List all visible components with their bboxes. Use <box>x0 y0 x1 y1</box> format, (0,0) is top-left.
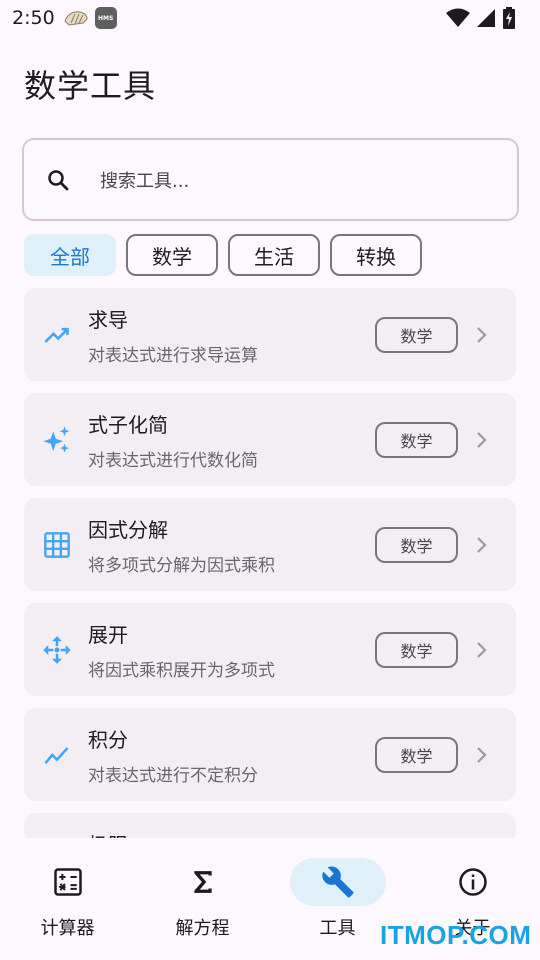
status-time: 2:50 <box>12 7 55 29</box>
status-bar: 2:50 HMS <box>0 0 540 36</box>
tool-description: 对表达式进行求导运算 <box>88 345 258 366</box>
tool-tag: 数学 <box>375 631 458 668</box>
chip-convert[interactable]: 转换 <box>330 234 422 276</box>
tool-tag: 数学 <box>375 316 458 353</box>
tool-name: 因式分解 <box>88 517 168 542</box>
sigma-icon <box>193 871 212 893</box>
search-icon <box>48 169 69 190</box>
tool-card-factor[interactable]: 因式分解 将多项式分解为因式乘积 数学 <box>24 498 516 591</box>
show-chart-icon <box>42 740 72 770</box>
grid-icon <box>42 530 72 560</box>
wrench-icon <box>321 866 354 898</box>
signal-icon <box>477 9 495 27</box>
tool-description: 将因式乘积展开为多项式 <box>88 660 275 681</box>
hms-icon-text: HMS <box>98 14 114 22</box>
tool-tag: 数学 <box>375 736 458 773</box>
chevron-right-icon <box>477 536 487 553</box>
chevron-right-icon <box>477 641 487 658</box>
shell-icon <box>64 11 88 26</box>
chevron-right-icon <box>477 326 487 343</box>
wifi-icon <box>446 8 470 27</box>
tool-name: 展开 <box>88 622 128 647</box>
chip-math[interactable]: 数学 <box>126 234 218 276</box>
chevron-right-icon <box>477 746 487 763</box>
tool-list: 求导 对表达式进行求导运算 数学 式子化简 对表达式进行代数化简 数学 因式分解… <box>24 288 516 855</box>
tool-card-integral[interactable]: 积分 对表达式进行不定积分 数学 <box>24 708 516 801</box>
tool-name: 求导 <box>88 307 128 332</box>
nav-label: 解方程 <box>175 918 230 939</box>
search-placeholder: 搜索工具... <box>100 170 190 192</box>
nav-label: 工具 <box>319 918 356 939</box>
hms-icon: HMS <box>94 7 117 29</box>
sparkle-icon <box>42 425 72 455</box>
chip-life[interactable]: 生活 <box>228 234 320 276</box>
nav-calculator[interactable]: 计算器 <box>0 838 135 960</box>
tool-card-expand[interactable]: 展开 将因式乘积展开为多项式 数学 <box>24 603 516 696</box>
tool-card-simplify[interactable]: 式子化简 对表达式进行代数化简 数学 <box>24 393 516 486</box>
filter-chips: 全部 数学 生活 转换 <box>24 234 422 276</box>
tool-card-derivative[interactable]: 求导 对表达式进行求导运算 数学 <box>24 288 516 381</box>
nav-label: 计算器 <box>40 918 95 939</box>
search-input[interactable]: 搜索工具... <box>22 138 519 221</box>
notification-icons: HMS <box>63 7 117 29</box>
tool-description: 对表达式进行代数化简 <box>88 450 258 471</box>
watermark: ITMOP.COM <box>380 920 532 950</box>
expand-arrows-icon <box>42 635 72 665</box>
tool-name: 式子化简 <box>88 412 168 437</box>
tool-tag: 数学 <box>375 421 458 458</box>
tool-name: 积分 <box>88 727 128 752</box>
page-title: 数学工具 <box>24 67 157 105</box>
info-icon <box>458 868 487 896</box>
tool-description: 对表达式进行不定积分 <box>88 765 258 786</box>
chip-all[interactable]: 全部 <box>24 234 116 276</box>
calculator-icon <box>53 868 82 896</box>
chevron-right-icon <box>477 431 487 448</box>
trending-up-icon <box>42 320 72 350</box>
status-right <box>446 7 516 29</box>
nav-equation[interactable]: 解方程 <box>135 838 270 960</box>
app-bar: 数学工具 <box>0 36 540 132</box>
battery-charging-icon <box>503 7 515 29</box>
tool-tag: 数学 <box>375 526 458 563</box>
tool-description: 将多项式分解为因式乘积 <box>88 555 275 576</box>
